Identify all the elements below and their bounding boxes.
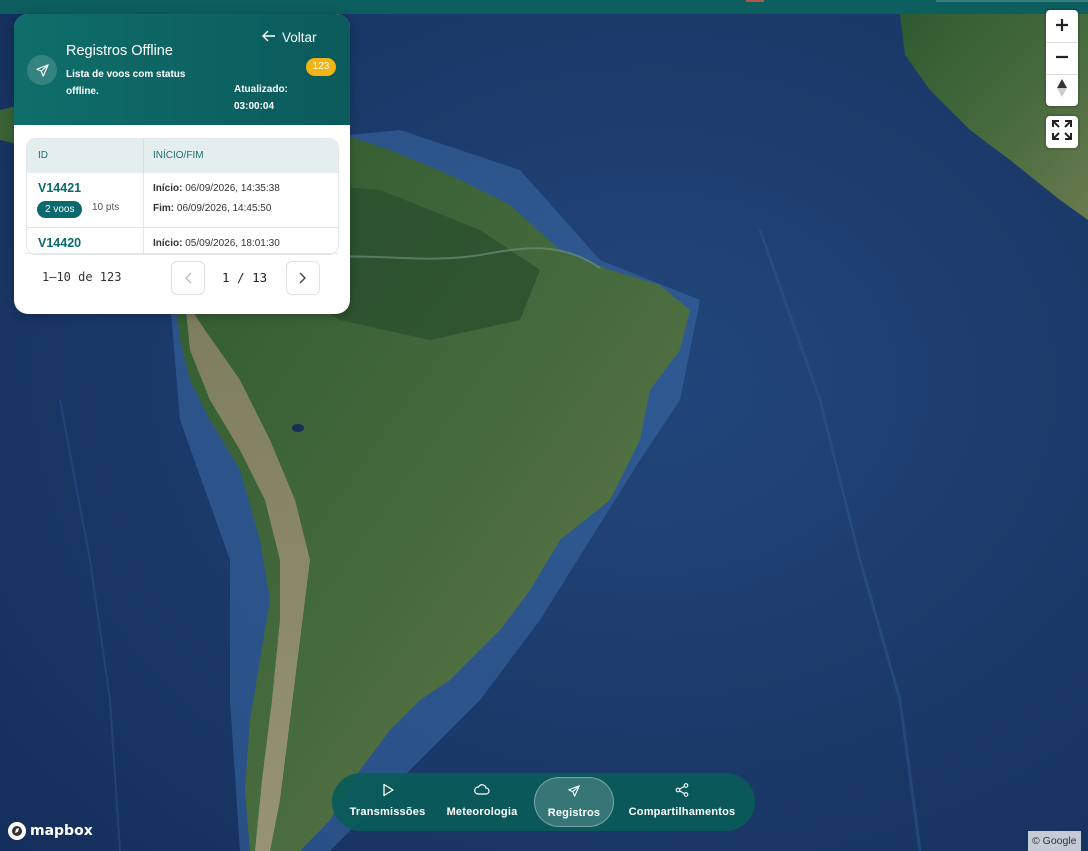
mapbox-logo[interactable]: mapbox: [8, 822, 93, 840]
nav-item-meteorologia[interactable]: Meteorologia: [440, 777, 524, 827]
plus-icon: [1055, 17, 1069, 36]
records-table: ID INÍCIO/FIM V14421 2 voos 10 pts Iníci…: [26, 138, 339, 255]
fullscreen-icon: [1051, 119, 1073, 145]
nav-item-compartilhamentos[interactable]: Compartilhamentos: [621, 777, 743, 827]
top-app-bar: [0, 0, 1088, 14]
nav-label: Registros: [547, 807, 601, 819]
end-time: Fim: 06/09/2026, 14:45:50: [153, 203, 272, 214]
nav-item-transmissoes[interactable]: Transmissões: [344, 777, 431, 827]
send-icon: [27, 55, 57, 85]
zoom-in-button[interactable]: [1046, 10, 1078, 43]
nav-item-registros[interactable]: Registros: [534, 777, 614, 827]
minus-icon: [1055, 49, 1069, 68]
nav-label: Compartilhamentos: [628, 806, 736, 818]
table-row[interactable]: V14421 2 voos 10 pts Início: 06/09/2026,…: [27, 173, 338, 228]
chevron-right-icon: [299, 269, 307, 288]
send-icon: [535, 784, 613, 798]
offline-records-panel: Registros Offline Lista de voos com stat…: [14, 14, 350, 314]
back-button[interactable]: Voltar: [262, 30, 317, 45]
points-count: 10 pts: [92, 202, 120, 213]
count-badge: 123: [306, 58, 336, 76]
record-id-link[interactable]: V14420: [38, 236, 81, 250]
map-attribution[interactable]: © Google: [1028, 831, 1081, 851]
panel-title: Registros Offline: [66, 43, 173, 59]
share-icon: [621, 783, 743, 797]
page-indicator: 1 / 13: [222, 270, 268, 285]
table-row[interactable]: V14420 Início: 05/09/2026, 18:01:30: [27, 228, 338, 254]
mapbox-wordmark: mapbox: [30, 823, 93, 839]
nav-label: Meteorologia: [446, 806, 518, 818]
zoom-out-button[interactable]: [1046, 42, 1078, 75]
updated-info: Atualizado: 03:00:04: [234, 81, 288, 115]
compass-icon: [1056, 78, 1068, 102]
chevron-left-icon: [184, 269, 192, 288]
reset-north-button[interactable]: [1046, 74, 1078, 106]
topbar-search-edge[interactable]: [936, 0, 1088, 2]
start-time: Início: 05/09/2026, 18:01:30: [153, 238, 280, 249]
pagination-range: 1–10 de 123: [42, 270, 122, 284]
mapbox-mark-icon: [8, 822, 26, 840]
map-navigation-control: [1046, 10, 1078, 106]
column-header-id: ID: [38, 150, 48, 161]
bottom-navigation: Transmissões Meteorologia Registros Comp…: [332, 773, 755, 831]
cloud-icon: [440, 783, 524, 795]
fullscreen-button[interactable]: [1046, 116, 1078, 148]
previous-page-button[interactable]: [171, 261, 205, 295]
back-label: Voltar: [282, 30, 317, 45]
record-id-link[interactable]: V14421: [38, 181, 81, 195]
panel-header: Registros Offline Lista de voos com stat…: [14, 14, 350, 125]
table-header: ID INÍCIO/FIM: [27, 139, 338, 173]
play-icon: [344, 783, 431, 797]
panel-subtitle: Lista de voos com status offline.: [66, 69, 186, 97]
updated-label: Atualizado:: [234, 84, 288, 95]
nav-label: Transmissões: [349, 806, 426, 818]
topbar-accent: [746, 0, 764, 2]
column-header-start-end: INÍCIO/FIM: [153, 150, 204, 161]
updated-time: 03:00:04: [234, 101, 275, 112]
arrow-left-icon: [262, 30, 276, 45]
next-page-button[interactable]: [286, 261, 320, 295]
start-time: Início: 06/09/2026, 14:35:38: [153, 183, 280, 194]
flights-badge: 2 voos: [37, 201, 83, 218]
